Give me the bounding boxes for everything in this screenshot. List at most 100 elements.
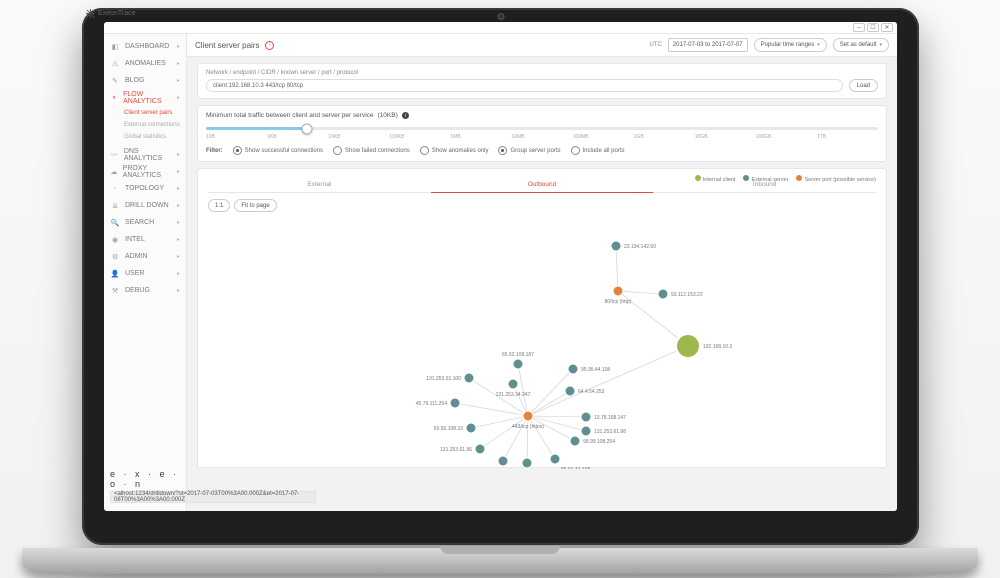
slider-tick: 1TB — [817, 134, 878, 140]
admin-icon: ⚙ — [110, 253, 120, 261]
window-maximize-button[interactable]: ☐ — [867, 23, 879, 32]
slider-tick: 10B — [206, 134, 267, 140]
graph-node[interactable] — [581, 412, 591, 422]
graph-legend: Internal clientExternal serverServer por… — [695, 175, 876, 183]
sidebar-item-label: PROXY ANALYTICS — [123, 165, 172, 179]
graph-node[interactable] — [568, 364, 578, 374]
sidebar-item-debug[interactable]: ⚒ DEBUG ▸ — [104, 282, 186, 299]
graph-node[interactable] — [464, 373, 474, 383]
sidebar-item-dashboard[interactable]: ◧ DASHBOARD ▸ — [104, 38, 186, 55]
query-input[interactable]: client:192.168.10.3 443/tcp 80/tcp — [206, 79, 843, 92]
main-panel: Client server pairs i UTC 2017-07-03 to … — [187, 34, 897, 511]
graph-node[interactable] — [450, 398, 460, 408]
webcam — [497, 13, 504, 20]
filter-option[interactable]: Show failed connections — [333, 146, 410, 155]
filter-option[interactable]: Show anomalies only — [420, 146, 489, 155]
filter-option[interactable]: Show successful connections — [233, 146, 323, 155]
slider-handle[interactable] — [301, 123, 312, 134]
graph-node[interactable] — [466, 423, 476, 433]
sidebar-item-blog[interactable]: ✎ BLOG ▸ — [104, 72, 186, 89]
radio-icon — [233, 146, 242, 155]
window-titlebar: ExeonTrace – ☐ ✕ — [104, 22, 897, 34]
graph-node[interactable] — [550, 454, 560, 464]
graph-node-label: 65.55.108.33 — [434, 426, 463, 432]
graph-node[interactable] — [475, 444, 485, 454]
filter-option[interactable]: Include all ports — [571, 146, 625, 155]
radio-icon — [571, 146, 580, 155]
sidebar-item-dns-analytics[interactable]: 〰 DNS ANALYTICS ▸ — [104, 146, 186, 163]
info-icon[interactable]: i — [402, 112, 409, 119]
laptop-frame: ExeonTrace – ☐ ✕ ◧ DASHBOARD ▸⚠ ANOMALIE… — [82, 8, 919, 545]
graph-node-label: 192.168.10.3 — [703, 344, 732, 350]
radio-icon — [498, 146, 507, 155]
graph-node[interactable] — [581, 426, 591, 436]
chevron-right-icon: ▸ — [177, 77, 180, 84]
sidebar-subitem[interactable]: Global statistics — [124, 132, 186, 142]
filter-option[interactable]: Group server ports — [498, 146, 560, 155]
alert-icon: ⚠ — [110, 60, 120, 68]
debug-icon: ⚒ — [110, 287, 120, 295]
utc-label: UTC — [649, 42, 661, 48]
sidebar-item-anomalies[interactable]: ⚠ ANOMALIES ▸ — [104, 55, 186, 72]
graph-node[interactable] — [613, 286, 623, 296]
sidebar-item-drill-down[interactable]: ⇊ DRILL DOWN ▸ — [104, 197, 186, 214]
graph-node[interactable] — [658, 289, 668, 299]
network-graph[interactable]: 192.168.10.380/tcp (http)443/tcp (https)… — [208, 191, 848, 469]
graph-node-label: 443/tcp (https) — [512, 424, 544, 430]
chevron-right-icon: ▸ — [177, 287, 180, 294]
graph-node[interactable] — [611, 241, 621, 251]
graph-node[interactable] — [676, 334, 700, 358]
graph-node[interactable] — [508, 379, 518, 389]
sidebar-item-search[interactable]: 🔍 SEARCH ▸ — [104, 214, 186, 231]
dns-icon: 〰 — [110, 150, 119, 160]
sidebar-subitem[interactable]: External connections — [124, 120, 186, 130]
sidebar-item-label: TOPOLOGY — [125, 185, 164, 192]
dashboard-icon: ◧ — [110, 43, 120, 51]
date-range-display[interactable]: 2017-07-03 to 2017-07-07 — [668, 38, 748, 52]
chevron-right-icon: ▸ — [177, 253, 180, 260]
info-icon[interactable]: i — [265, 41, 274, 50]
chevron-right-icon: ▸ — [177, 219, 180, 226]
sidebar-item-topology[interactable]: ◦ TOPOLOGY ▸ — [104, 180, 186, 197]
graph-node-label: 65.52.108.187 — [502, 352, 534, 358]
graph-node[interactable] — [570, 436, 580, 446]
traffic-slider[interactable] — [206, 127, 878, 130]
chevron-right-icon: ▸ — [177, 43, 180, 50]
sidebar-item-user[interactable]: 👤 USER ▸ — [104, 265, 186, 282]
window-minimize-button[interactable]: – — [853, 23, 865, 32]
slider-tick: 10GB — [695, 134, 756, 140]
user-icon: 👤 — [110, 270, 120, 278]
graph-node[interactable] — [523, 411, 533, 421]
graph-node-label: 64.4.54.253 — [578, 389, 605, 395]
load-button[interactable]: Load — [849, 79, 878, 92]
graph-node[interactable] — [565, 386, 575, 396]
graph-edge — [528, 346, 688, 416]
graph-card: ExternalOutboundInbound 1:1 Fit to page … — [197, 168, 887, 468]
window-close-button[interactable]: ✕ — [881, 23, 893, 32]
sidebar-item-admin[interactable]: ⚙ ADMIN ▸ — [104, 248, 186, 265]
slider-fill — [206, 127, 307, 130]
sidebar-item-proxy-analytics[interactable]: ☁ PROXY ANALYTICS ▸ — [104, 163, 186, 180]
slider-tick: 100KB — [389, 134, 450, 140]
set-default-label: Set as default — [840, 42, 877, 48]
graph-edge — [518, 364, 528, 416]
graph-node-label: 99.99.108.254 — [583, 439, 615, 445]
graph-edge — [528, 391, 570, 416]
sidebar-item-intel[interactable]: ◉ INTEL ▸ — [104, 231, 186, 248]
graph-node-label: 85.91.44.108 — [561, 467, 590, 469]
sidebar-item-flow-analytics[interactable]: ⚬ FLOW ANALYTICS ▸ — [104, 89, 186, 106]
filter-option-label: Show anomalies only — [432, 148, 489, 154]
graph-node[interactable] — [498, 456, 508, 466]
graph-node[interactable] — [522, 458, 532, 468]
intel-icon: ◉ — [110, 236, 120, 244]
sidebar-item-label: ADMIN — [125, 253, 148, 260]
slider-tick: 1MB — [450, 134, 511, 140]
graph-node[interactable] — [513, 359, 523, 369]
screen: ExeonTrace – ☐ ✕ ◧ DASHBOARD ▸⚠ ANOMALIE… — [104, 22, 897, 511]
filter-label: Filter: — [206, 148, 223, 154]
set-default-button[interactable]: Set as default ▾ — [833, 38, 889, 52]
popular-ranges-button[interactable]: Popular time ranges ▾ — [754, 38, 827, 52]
sidebar-item-label: DEBUG — [125, 287, 150, 294]
chevron-right-icon: ▸ — [177, 202, 180, 209]
sidebar-subitem[interactable]: Client server pairs — [124, 108, 186, 118]
